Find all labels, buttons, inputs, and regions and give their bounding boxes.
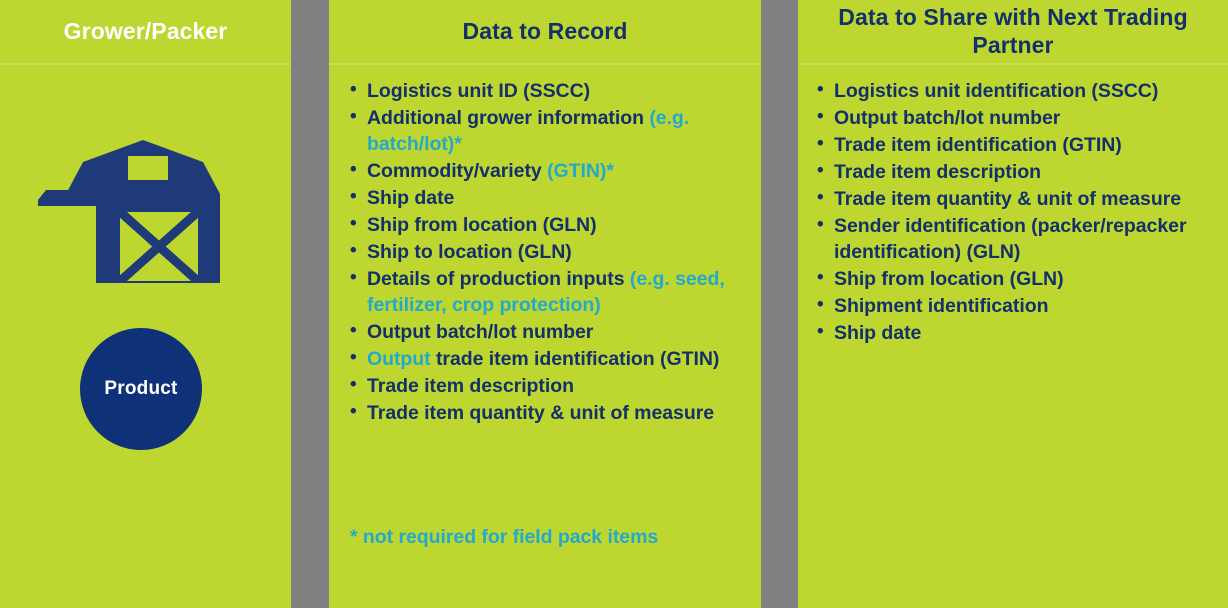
barn-icon (38, 138, 248, 283)
column-data-to-record: Data to Record Logistics unit ID (SSCC)A… (329, 0, 761, 608)
data-to-record-list: Logistics unit ID (SSCC)Additional growe… (350, 77, 753, 427)
list-item: Output batch/lot number (817, 104, 1218, 131)
list-item: Ship from location (GLN) (817, 265, 1218, 292)
list-item-text: trade item identification (GTIN) (430, 348, 720, 371)
data-to-share-list: Logistics unit identification (SSCC) Outp… (817, 77, 1218, 347)
list-item-text: Trade item identification (GTIN) (834, 134, 1122, 157)
footnote-field-pack: * not required for field pack items (350, 526, 659, 548)
list-item: Additional grower information (e.g. batc… (350, 104, 753, 157)
list-item-text: Sender identification (packer/repacker i… (834, 215, 1187, 264)
column-grower-packer: Grower/Packer Product (0, 0, 291, 608)
list-item-text: Logistics unit identification (SSCC) (834, 80, 1159, 102)
list-item-text: Trade item quantity & unit of measure (834, 188, 1182, 211)
list-item-text: Logistics unit ID (SSCC) (367, 80, 591, 102)
list-item: Trade item description (350, 372, 753, 399)
column-title-text: Grower/Packer (63, 17, 228, 44)
list-item-text: Additional grower information (367, 107, 650, 130)
list-item: Trade item identification (GTIN) (817, 131, 1218, 158)
list-item: Details of production inputs (e.g. seed,… (350, 265, 753, 318)
list-item: Trade item quantity & unit of measure (350, 399, 753, 426)
list-item-text: Ship date (367, 187, 455, 210)
list-item-text: Ship date (834, 322, 922, 345)
list-item: Trade item quantity & unit of measure (817, 185, 1218, 212)
column-title-text: Data to Record (462, 17, 628, 44)
list-item-text: Output batch/lot number (834, 107, 1061, 130)
list-item: Shipment identification (817, 292, 1218, 319)
list-item: Ship date (350, 184, 753, 211)
column-divider-2 (761, 0, 798, 608)
column-title-text: Data to Share with Next Trading Partner (838, 4, 1188, 58)
list-item: Logistics unit ID (SSCC) (350, 77, 753, 104)
traceability-columns-board: Grower/Packer Product Data to Record • L… (0, 0, 1228, 608)
list-item-accent-text: (GTIN)* (547, 160, 614, 183)
column-header-grower-packer: Grower/Packer (0, 0, 291, 65)
list-item-text: Details of production inputs (367, 268, 630, 291)
list-item-text: Ship from location (GLN) (834, 268, 1064, 291)
list-item-text: Ship to location (GLN) (367, 241, 572, 264)
list-item-text: Shipment identification (834, 295, 1049, 318)
list-item-text: Commodity/variety (367, 160, 548, 183)
list-item-accent-text: Output (367, 348, 431, 371)
list-item-text: Trade item description (834, 161, 1041, 184)
column-divider-1 (291, 0, 329, 608)
list-item: Output batch/lot number (350, 318, 753, 345)
list-item: Ship to location (GLN) (350, 238, 753, 265)
list-item-text: Output batch/lot number (367, 321, 594, 344)
list-item: Sender identification (packer/repacker i… (817, 212, 1218, 265)
list-item-text: Trade item quantity & unit of measure (367, 402, 715, 425)
list-item: Ship date (817, 319, 1218, 346)
list-item: Trade item description (817, 158, 1218, 185)
product-node: Product (80, 328, 202, 450)
list-item: Output trade item identification (GTIN) (350, 345, 753, 372)
list-item: Logistics unit identification (SSCC) (817, 77, 1218, 104)
list-item-text: Trade item description (367, 375, 574, 398)
column-header-data-to-share: Data to Share with Next Trading Partner (798, 0, 1228, 65)
list-item-text: Ship from location (GLN) (367, 214, 597, 237)
column-data-to-share: Data to Share with Next Trading Partner … (798, 0, 1228, 608)
product-node-label: Product (104, 378, 178, 399)
list-item: Ship from location (GLN) (350, 211, 753, 238)
list-item: Commodity/variety (GTIN)* (350, 157, 753, 184)
column-header-data-to-record: Data to Record (329, 0, 761, 65)
